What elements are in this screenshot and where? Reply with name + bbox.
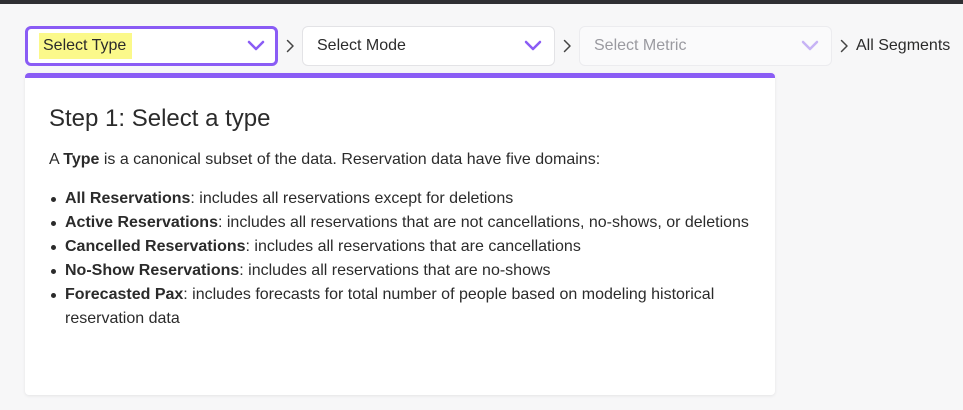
list-item-term: Forecasted Pax: [65, 286, 184, 303]
chevron-down-icon: [524, 40, 542, 51]
list-item-term: Cancelled Reservations: [65, 238, 246, 255]
metric-dropdown[interactable]: Select Metric: [579, 26, 832, 66]
chevron-right-icon: [286, 39, 294, 53]
chevron-down-icon: [801, 40, 819, 51]
intro-suffix: is a canonical subset of the data. Reser…: [99, 151, 601, 168]
metric-dropdown-label: Select Metric: [594, 37, 687, 54]
type-dropdown[interactable]: Select Type: [25, 26, 278, 66]
panel-intro: A Type is a canonical subset of the data…: [49, 149, 751, 171]
separator: [555, 39, 579, 53]
chevron-right-icon: [840, 39, 848, 53]
list-item-term: All Reservations: [65, 190, 191, 207]
chevron-right-icon: [563, 39, 571, 53]
intro-term: Type: [63, 151, 100, 168]
list-item: Active Reservations: includes all reserv…: [49, 211, 751, 235]
mode-dropdown[interactable]: Select Mode: [302, 26, 555, 66]
list-item-term: No-Show Reservations: [65, 262, 240, 279]
panel-title: Step 1: Select a type: [49, 105, 271, 132]
step-panel: Step 1: Select a type A Type is a canoni…: [25, 73, 775, 395]
list-item: Cancelled Reservations: includes all res…: [49, 235, 751, 259]
top-bar: [0, 0, 963, 4]
list-item-desc: : includes all reservations except for d…: [190, 190, 514, 207]
list-item: Forecasted Pax: includes forecasts for t…: [49, 283, 751, 331]
all-segments-link[interactable]: All Segments: [856, 37, 950, 55]
type-dropdown-label: Select Type: [39, 33, 133, 59]
list-item-desc: : includes all reservations that are not…: [217, 214, 749, 231]
mode-dropdown-label: Select Mode: [317, 37, 406, 54]
list-item: No-Show Reservations: includes all reser…: [49, 259, 751, 283]
list-item-term: Active Reservations: [65, 214, 218, 231]
selector-row: Select Type Select Mode Select Metric Al…: [25, 26, 950, 66]
list-item: All Reservations: includes all reservati…: [49, 187, 751, 211]
list-item-desc: : includes all reservations that are can…: [245, 238, 581, 255]
chevron-down-icon: [247, 40, 265, 51]
type-list: All Reservations: includes all reservati…: [49, 187, 751, 331]
separator: [278, 39, 302, 53]
separator: [832, 39, 856, 53]
intro-prefix: A: [49, 151, 64, 168]
list-item-desc: : includes all reservations that are no-…: [239, 262, 551, 279]
